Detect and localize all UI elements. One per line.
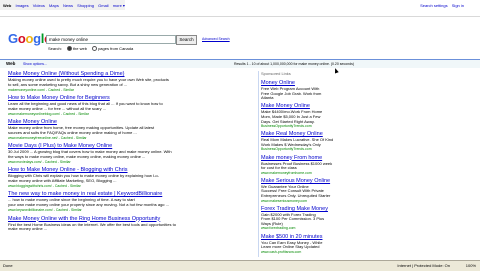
organic-results: Make Money Online (Without Spending a Di… bbox=[8, 71, 253, 235]
google-services-nav: Web Images Videos Maps News Shopping Gma… bbox=[3, 3, 128, 8]
result-title-link[interactable]: How to Make Money Online - Blogging with… bbox=[8, 167, 253, 174]
ad-item: Make money From home Businesses Proof Bu… bbox=[261, 155, 366, 176]
ad-item: Forex Trading Make Money Gain $2000 with… bbox=[261, 206, 366, 231]
ad-title-link[interactable]: Forex Trading Make Money bbox=[261, 206, 366, 213]
result-title-link[interactable]: How to Make Money Online for Beginners bbox=[8, 95, 253, 102]
result-url: makemoneyonline.com/ - Cached - Similar bbox=[8, 87, 74, 92]
result-title-link[interactable]: Make Money Online bbox=[8, 119, 253, 126]
google-logo[interactable]: Google bbox=[8, 31, 51, 46]
radio-pages-from-canada-label: pages from Canada bbox=[98, 46, 134, 51]
search-scope-options: Search: the web pages from Canada bbox=[48, 46, 134, 52]
zoom-level[interactable]: 100% bbox=[466, 263, 476, 268]
result-title-link[interactable]: Make Money Online (Without Spending a Di… bbox=[8, 71, 253, 78]
results-count: Results 1 - 10 of about 1,000,000,000 fo… bbox=[233, 61, 354, 66]
search-result: Make Money Online Make money online from… bbox=[8, 119, 253, 140]
ad-text: Atlanta bbox=[261, 96, 274, 101]
nav-maps[interactable]: Maps bbox=[49, 3, 59, 8]
search-result: Make Money Online (Without Spending a Di… bbox=[8, 71, 253, 92]
results-info-bar: Web Show options... Results 1 - 10 of ab… bbox=[0, 59, 480, 68]
nav-news[interactable]: News bbox=[63, 3, 73, 8]
radio-the-web-label: the web bbox=[72, 46, 87, 51]
account-links: Search settings Sign in bbox=[417, 3, 464, 8]
ad-title-link[interactable]: Make $500 in 20 minutes bbox=[261, 234, 366, 241]
search-settings-link[interactable]: Search settings bbox=[420, 3, 448, 8]
ad-title-link[interactable]: Make money From home bbox=[261, 155, 366, 162]
search-result: Movie Days (I Plus) to Make Money Online… bbox=[8, 143, 253, 164]
top-navigation-bar: Web Images Videos Maps News Shopping Gma… bbox=[0, 0, 480, 17]
ad-url: www.cash-profitsnow.com bbox=[261, 249, 302, 254]
ad-title-link[interactable]: Make Money Online bbox=[261, 103, 366, 110]
ad-url: www.forextrading.com bbox=[261, 226, 296, 231]
search-result: Make Money Online with the Ring Home Bus… bbox=[8, 216, 253, 233]
advanced-search-link[interactable]: Advanced Search bbox=[202, 37, 230, 41]
status-text: Done bbox=[3, 263, 13, 268]
ad-item: Make $500 in 20 minutes You Can Earn Eas… bbox=[261, 234, 366, 255]
search-result: How to Make Money Online for Beginners L… bbox=[8, 95, 253, 116]
nav-shopping[interactable]: Shopping bbox=[77, 3, 94, 8]
result-url: www.bloggingwithchris.com/ - Cached - Si… bbox=[8, 183, 81, 188]
sponsored-links-header: Sponsored Links bbox=[261, 71, 291, 76]
sponsored-links: Sponsored Links Money Online Free Web Pr… bbox=[258, 71, 366, 257]
web-label: Web bbox=[6, 61, 16, 66]
security-zone: Internet | Protected Mode: On bbox=[397, 263, 450, 268]
ad-title-link[interactable]: Make Serious Money Online bbox=[261, 178, 366, 185]
sign-in-link[interactable]: Sign in bbox=[452, 3, 464, 8]
nav-gmail[interactable]: Gmail bbox=[98, 3, 108, 8]
ad-url: BusinessOpportunityTrends.com bbox=[261, 147, 312, 152]
nav-web[interactable]: Web bbox=[3, 3, 11, 8]
radio-the-web[interactable] bbox=[66, 46, 72, 52]
ad-url: www.makemoneyfromhome.com bbox=[261, 170, 312, 175]
nav-images[interactable]: Images bbox=[16, 3, 29, 8]
search-result: How to Make Money Online - Blogging with… bbox=[8, 167, 253, 188]
ad-url: BusinessOpportunityTrends.com bbox=[261, 124, 312, 129]
ad-item: Make Real Money Online Real Mom Makes Lu… bbox=[261, 131, 366, 152]
ad-item: Make Money Online Make $4400/mo.Work Fro… bbox=[261, 103, 366, 128]
result-url: www.makemoneyonlineblog.com/ - Cached - … bbox=[8, 111, 89, 116]
search-result: The new way to make money in real estate… bbox=[8, 191, 253, 212]
show-options-link[interactable]: Show options... bbox=[23, 62, 47, 66]
search-input[interactable]: make money online bbox=[46, 35, 176, 44]
result-title-link[interactable]: Movie Days (I Plus) to Make Money Online bbox=[8, 143, 253, 150]
browser-status-bar: Done Internet | Protected Mode: On 100% bbox=[0, 260, 480, 271]
ad-title-link[interactable]: Money Online bbox=[261, 80, 366, 87]
ad-title-link[interactable]: Make Real Money Online bbox=[261, 131, 366, 138]
result-url: www.moviedays.com/ - Cached - Similar bbox=[8, 159, 71, 164]
result-snippet: make money online ... bbox=[8, 227, 48, 232]
nav-videos[interactable]: Videos bbox=[33, 3, 45, 8]
result-url: www.makemoneyfreeonline.net/ - Cached - … bbox=[8, 135, 87, 140]
result-title-link[interactable]: Make Money Online with the Ring Home Bus… bbox=[8, 216, 253, 223]
search-scope-label: Search: bbox=[48, 46, 62, 51]
ad-item: Make Serious Money Online We Guarantee Y… bbox=[261, 178, 366, 203]
result-title-link[interactable]: The new way to make money in real estate… bbox=[8, 191, 253, 198]
nav-more[interactable]: more ▾ bbox=[113, 3, 125, 8]
ad-item: Money Online Free Web Program Account Wi… bbox=[261, 80, 366, 101]
result-url: www.keywordbillionaire.com/ - Cached - S… bbox=[8, 208, 82, 213]
search-button[interactable]: Search bbox=[176, 35, 197, 45]
radio-pages-from-canada[interactable] bbox=[92, 46, 98, 52]
ad-url: www.makeseriousmoney.com bbox=[261, 198, 308, 203]
